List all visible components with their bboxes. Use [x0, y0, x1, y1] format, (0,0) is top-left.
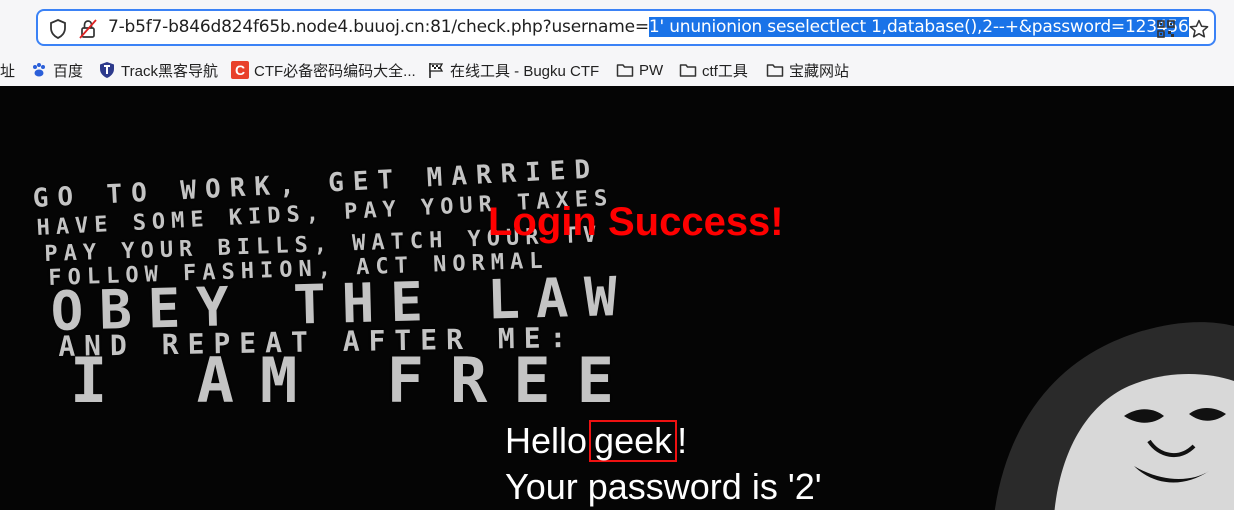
address-bar[interactable]: 7-b5f7-b846d824f65b.node4.buuoj.cn:81/ch…	[36, 9, 1216, 46]
page-content: GO TO WORK, GET MARRIED HAVE SOME KIDS, …	[0, 86, 1234, 510]
insecure-lock-icon[interactable]	[78, 19, 98, 39]
bookmark-label: 址	[0, 62, 16, 80]
bookmark-label: ctf工具	[702, 62, 748, 80]
baidu-paw-icon	[30, 61, 48, 79]
hello-prefix: Hello	[505, 420, 588, 461]
bookmark-label: PW	[639, 61, 664, 79]
bookmark-label: 百度	[53, 62, 84, 80]
flag-icon	[427, 61, 445, 79]
password-message: Your password is '2'	[505, 466, 822, 507]
bookmark-bugku[interactable]: 在线工具 - Bugku CTF	[427, 59, 599, 81]
poster-line: I AM FREE	[70, 344, 640, 417]
mask-image	[994, 322, 1234, 510]
bookmarks-bar: 址 百度 Track黑客导航 C CTF必备密码编码大全... 在线工具 - B…	[0, 54, 1234, 86]
bookmark-label: 宝藏网站	[789, 62, 850, 80]
bookmark-ctf-encoding[interactable]: C CTF必备密码编码大全...	[231, 59, 416, 81]
qr-code-icon[interactable]	[1155, 18, 1177, 40]
hello-message: Hello geek!	[505, 420, 687, 462]
url-selected: 1' ununionion seselectlect 1,database(),…	[648, 17, 1189, 37]
bookmark-track[interactable]: Track黑客导航	[98, 59, 218, 81]
bookmark-label: 在线工具 - Bugku CTF	[450, 62, 600, 80]
track-shield-icon	[98, 61, 116, 79]
toolbar: 7-b5f7-b846d824f65b.node4.buuoj.cn:81/ch…	[0, 0, 1234, 54]
url-text[interactable]: 7-b5f7-b846d824f65b.node4.buuoj.cn:81/ch…	[108, 11, 1189, 44]
bookmark-baidu[interactable]: 百度	[30, 59, 83, 81]
c-logo-icon: C	[231, 61, 249, 79]
bookmark-label: Track黑客导航	[121, 62, 218, 80]
bookmark-truncated[interactable]: 址	[0, 59, 15, 81]
bookmark-folder-ctf-tools[interactable]: ctf工具	[679, 59, 748, 81]
login-success-title: Login Success!	[488, 200, 784, 244]
url-plain: 7-b5f7-b846d824f65b.node4.buuoj.cn:81/ch…	[108, 17, 649, 37]
folder-icon	[616, 61, 634, 79]
folder-icon	[679, 61, 697, 79]
highlighted-username: geek	[589, 420, 678, 462]
folder-icon	[766, 61, 784, 79]
bookmark-star-icon[interactable]	[1188, 18, 1210, 40]
bookmark-label: CTF必备密码编码大全...	[254, 62, 416, 80]
shield-icon[interactable]	[48, 19, 68, 39]
bookmark-folder-treasure[interactable]: 宝藏网站	[766, 59, 849, 81]
bookmark-folder-pw[interactable]: PW	[616, 59, 663, 81]
hello-suffix: !	[677, 420, 688, 461]
